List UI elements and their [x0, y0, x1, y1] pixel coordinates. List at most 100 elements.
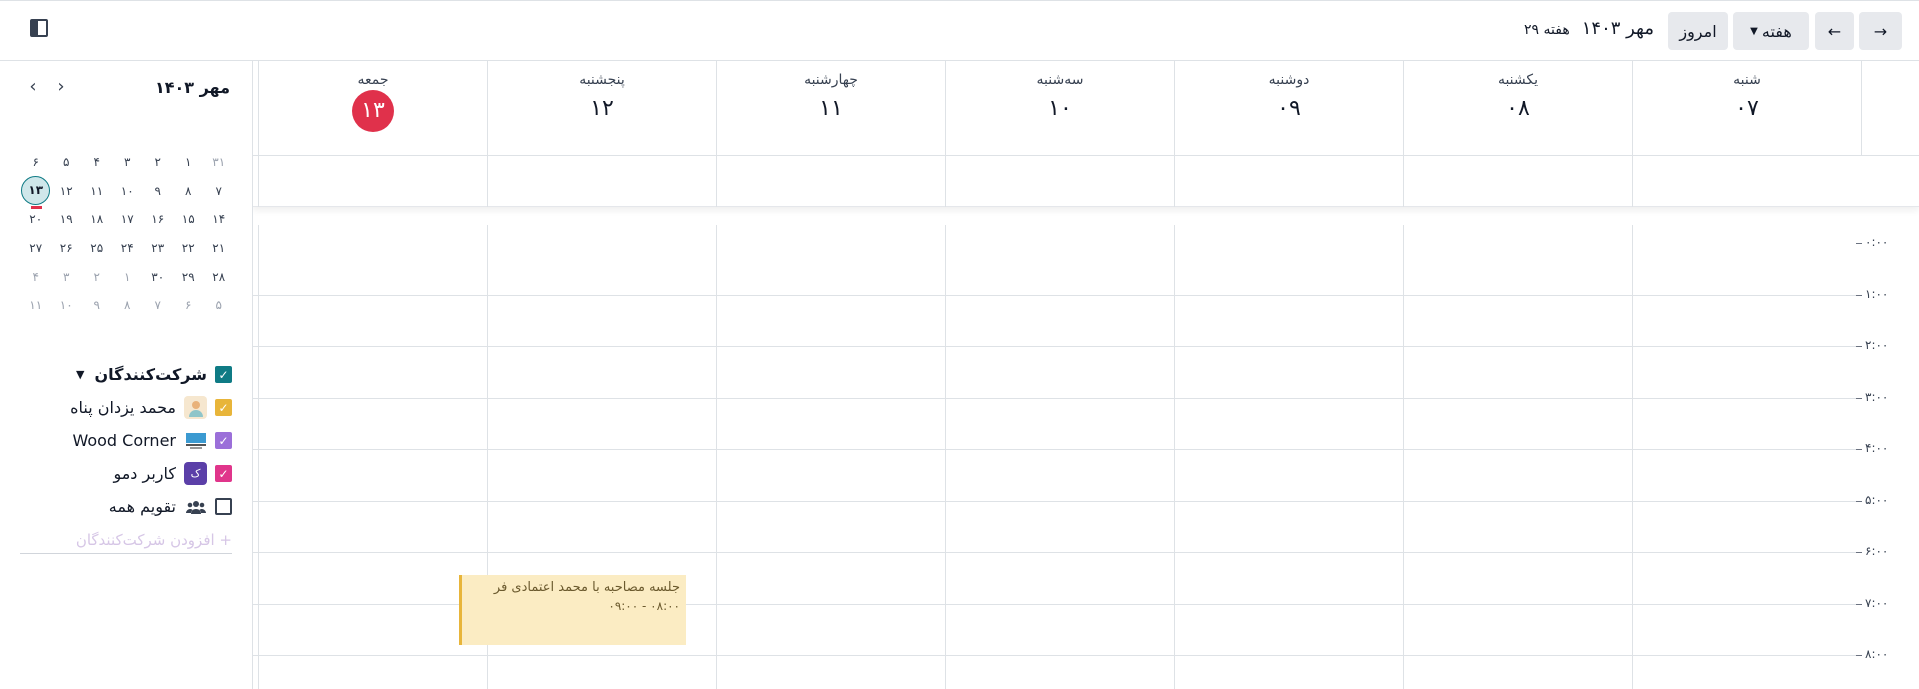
mini-day-number: ۲۵	[90, 241, 104, 256]
attendee-filter-item[interactable]: ✓ Wood Corner	[12, 424, 232, 457]
day-header[interactable]: دوشنبه ۰۹	[1174, 61, 1403, 156]
mini-calendar-day[interactable]: ۲۴	[112, 241, 143, 255]
mini-calendar-day[interactable]: ۳	[51, 270, 82, 284]
mini-calendar-day[interactable]: ۷	[143, 298, 174, 312]
all-day-row[interactable]	[253, 156, 1919, 207]
mini-calendar-day[interactable]: ۱۹	[51, 212, 82, 226]
attendee-filter-item[interactable]: تقویم همه	[12, 490, 232, 523]
mini-day-number: ۷	[154, 298, 161, 313]
mini-day-number: ۱۷	[120, 212, 134, 227]
attendee-filter-item[interactable]: ✓ محمد یزدان پناه	[12, 391, 232, 424]
mini-calendar-day[interactable]: ۱۰	[51, 298, 82, 312]
mini-calendar-day[interactable]: ۸	[173, 184, 204, 198]
date-number: ۰۸	[1506, 96, 1530, 121]
mini-calendar-day[interactable]: ۸	[112, 298, 143, 312]
day-header[interactable]: یکشنبه ۰۸	[1403, 61, 1632, 156]
mini-calendar-day[interactable]: ۱۲	[51, 184, 82, 198]
mini-calendar-day[interactable]: ۱۴	[204, 212, 235, 226]
add-attendee-input[interactable]: + افزودن شرکت‌کنندگان	[20, 531, 232, 554]
check-icon[interactable]: ✓	[215, 465, 232, 482]
attendee-filter-item[interactable]: ✓ ک کاربر دمو	[12, 457, 232, 490]
hour-tick	[1856, 346, 1862, 347]
all-day-cell[interactable]	[1632, 156, 1861, 207]
all-day-cell[interactable]	[945, 156, 1174, 207]
all-day-cell[interactable]	[716, 156, 945, 207]
date-number: ۱۲	[590, 96, 614, 121]
hour-tick	[1856, 655, 1862, 656]
mini-calendar-day[interactable]: ۲۰	[21, 212, 52, 226]
mini-calendar-day[interactable]: ۲۸	[204, 270, 235, 284]
all-day-cell[interactable]	[1174, 156, 1403, 207]
mini-calendar-day[interactable]: ۹	[82, 298, 113, 312]
mini-calendar-day[interactable]: ۶	[173, 298, 204, 312]
arrow-right-icon: →	[1873, 21, 1888, 41]
mini-calendar-day[interactable]: ۲۳	[143, 241, 174, 255]
mini-calendar-day[interactable]: ۱۶	[143, 212, 174, 226]
mini-day-number: ۱	[185, 155, 192, 170]
mini-calendar-day[interactable]: ۱۸	[82, 212, 113, 226]
day-header[interactable]: چهارشنبه ۱۱	[716, 61, 945, 156]
mini-calendar-day[interactable]: ۳۱	[204, 155, 235, 169]
day-name: پنجشنبه	[579, 72, 625, 88]
mini-calendar-day[interactable]: ۷	[204, 184, 235, 198]
mini-calendar-day[interactable]: ۳	[112, 155, 143, 169]
mini-calendar-today[interactable]: ۱۳	[21, 176, 52, 210]
mini-calendar-day[interactable]: ۱۷	[112, 212, 143, 226]
mini-calendar-day[interactable]: ۵	[51, 155, 82, 169]
mini-calendar-day[interactable]: ۳۰	[143, 270, 174, 284]
mini-calendar-week: ۳۱ ۱ ۲ ۳ ۴ ۵ ۶	[20, 148, 234, 177]
chevron-right-icon[interactable]: ›	[53, 78, 69, 96]
mini-calendar-day[interactable]: ۴	[82, 155, 113, 169]
mini-calendar-day[interactable]: ۱	[112, 270, 143, 284]
mini-calendar-day[interactable]: ۲۱	[204, 241, 235, 255]
day-number: ۱۳	[259, 90, 487, 132]
mini-calendar-day[interactable]: ۲	[82, 270, 113, 284]
calendar-toolbar: مهر ۱۴۰۳ هفته ۲۹ امروز ▼ هفته ← →	[0, 0, 1919, 61]
mini-calendar-day[interactable]: ۱۱	[82, 184, 113, 198]
mini-calendar-day[interactable]: ۲۲	[173, 241, 204, 255]
day-header[interactable]: سه‌شنبه ۱۰	[945, 61, 1174, 156]
mini-calendar-day[interactable]: ۵	[204, 298, 235, 312]
mini-day-number: ۳	[63, 269, 70, 284]
all-day-cell[interactable]	[487, 156, 716, 207]
calendar-sidebar: مهر ۱۴۰۳ ‹ › ۳۱ ۱ ۲ ۳ ۴ ۵ ۶ ۷ ۸ ۹ ۱۰ ۱۱ ۱۲ ۱۳ ۱۴ ۱۵ ۱۶ ۱۷…	[0, 61, 253, 689]
day-header[interactable]: پنجشنبه ۱۲	[487, 61, 716, 156]
all-day-cell[interactable]	[258, 156, 487, 207]
hour-line	[253, 346, 1861, 347]
mini-calendar-day[interactable]: ۶	[21, 155, 52, 169]
mini-calendar-day[interactable]: ۱۱	[21, 298, 52, 312]
attendee-name: کاربر دمو	[113, 464, 176, 483]
mini-calendar-week: ۵ ۶ ۷ ۸ ۹ ۱۰ ۱۱	[20, 291, 234, 320]
prev-period-button[interactable]: ←	[1815, 12, 1854, 50]
all-day-cell[interactable]	[1403, 156, 1632, 207]
mini-calendar-day[interactable]: ۱۰	[112, 184, 143, 198]
mini-calendar-day[interactable]: ۱	[173, 155, 204, 169]
caret-down-icon[interactable]: ▼	[76, 368, 84, 381]
check-icon[interactable]: ✓	[215, 399, 232, 416]
day-header[interactable]: جمعه ۱۳	[258, 61, 487, 156]
mini-calendar-day[interactable]: ۹	[143, 184, 174, 198]
mini-calendar-day[interactable]: ۲۶	[51, 241, 82, 255]
scale-dropdown-button[interactable]: ▼ هفته	[1733, 12, 1809, 50]
day-header[interactable]: شنبه ۰۷	[1632, 61, 1861, 156]
next-period-button[interactable]: →	[1859, 12, 1902, 50]
check-icon[interactable]: ✓	[215, 366, 232, 383]
hour-tick	[1856, 294, 1862, 296]
mini-calendar-day[interactable]: ۲۷	[21, 241, 52, 255]
hour-label: ۳:۰۰	[1865, 389, 1889, 404]
checkbox-empty-icon[interactable]	[215, 498, 232, 515]
mini-calendar-day[interactable]: ۲	[143, 155, 174, 169]
mini-calendar-day[interactable]: ۲۹	[173, 270, 204, 284]
mini-day-number: ۸	[185, 183, 192, 198]
attendee-filter-header[interactable]: ✓ شرکت‌کنندگان ▼	[12, 358, 232, 391]
today-button[interactable]: امروز	[1668, 12, 1728, 50]
calendar-event[interactable]: جلسه مصاحبه با محمد اعتمادی فر ۰۸:۰۰ - ۰…	[459, 575, 686, 645]
mini-calendar-day[interactable]: ۱۵	[173, 212, 204, 226]
mini-day-number: ۱۴	[212, 212, 226, 227]
chevron-left-icon[interactable]: ‹	[25, 78, 41, 96]
mini-calendar-day[interactable]: ۲۵	[82, 241, 113, 255]
mini-calendar-day[interactable]: ۴	[21, 270, 52, 284]
sidebar-toggle-icon[interactable]	[30, 19, 48, 37]
check-icon[interactable]: ✓	[215, 432, 232, 449]
date-number: ۱۱	[819, 96, 843, 121]
